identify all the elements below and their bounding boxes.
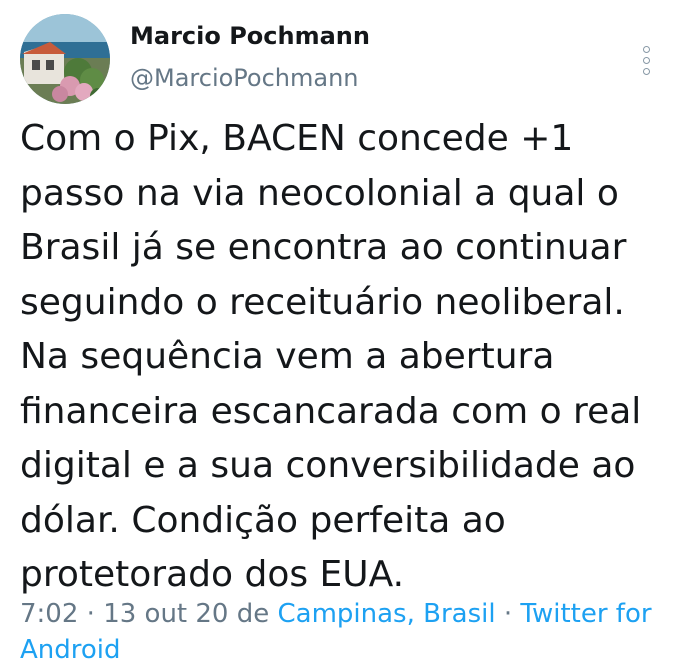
tweet-text-line: Brasil já se encontra ao continuar [20,227,627,268]
tweet-location-link[interactable]: Campinas, Brasil [278,599,496,629]
location-prefix: de [228,599,278,629]
tweet-text: Com o Pix, BACEN concede +1 passo na via… [20,112,672,603]
tweet-time[interactable]: 7:02 [20,599,78,629]
tweet-metadata: 7:02 · 13 out 20 de Campinas, Brasil · T… [20,596,670,668]
tweet-text-line: financeira escancarada com o real [20,390,642,432]
meta-separator: · [78,599,104,629]
tweet-date[interactable]: 13 out 20 [103,599,228,629]
tweet-text-line: protetorado dos EUA. [20,554,405,595]
more-options-button[interactable] [638,44,658,78]
avatar[interactable] [20,14,110,104]
author-display-name[interactable]: Marcio Pochmann [130,22,370,50]
author-handle[interactable]: @MarcioPochmann [130,64,359,92]
tweet-text-line: passo na via neocolonial a qual o [20,172,619,214]
tweet-text-line: Na sequência vem a abertura [20,336,555,377]
tweet-text-line: Com o Pix, BACEN concede +1 [20,118,574,159]
tweet-text-line: seguindo o receituário neoliberal. [20,281,625,323]
meta-separator: · [495,599,521,629]
more-vertical-icon [643,46,650,53]
more-vertical-icon-dot [643,68,650,75]
tweet-text-line: dólar. Condição perfeita ao [20,499,506,541]
avatar-photo-icon [20,14,110,104]
more-vertical-icon-dot [643,57,650,64]
tweet-text-line: digital e a sua conversibilidade ao [20,445,636,486]
tweet-card: Marcio Pochmann @MarcioPochmann Com o Pi… [0,0,680,672]
